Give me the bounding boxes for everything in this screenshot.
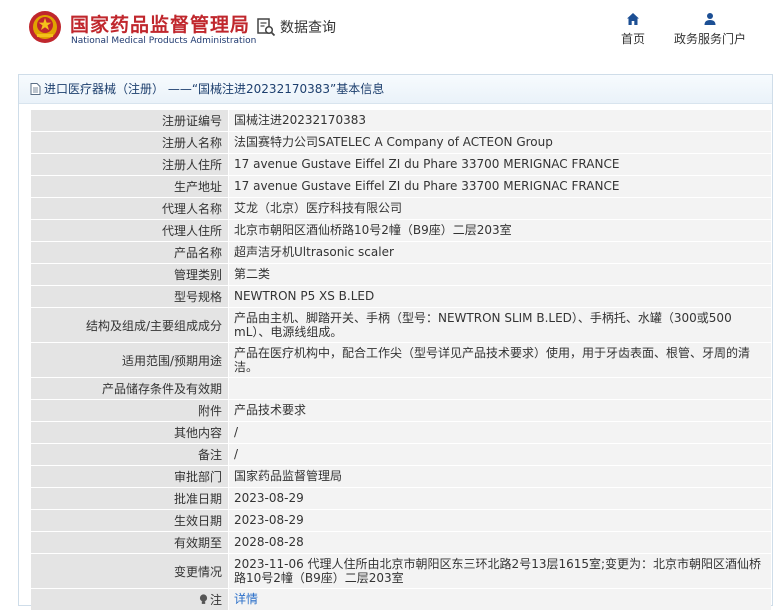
table-row: 管理类别 第二类 — [31, 264, 771, 286]
table-row: 生效日期 2023-08-29 — [31, 510, 771, 532]
brand-name-cn: 国家药品监督管理局 — [70, 14, 251, 36]
note-row: 注 详情 — [31, 589, 771, 611]
field-value: 17 avenue Gustave Eiffel ZI du Phare 337… — [229, 176, 771, 197]
field-label: 产品名称 — [31, 242, 229, 263]
site-header: 国家药品监督管理局 National Medical Products Admi… — [0, 0, 773, 62]
note-label: 注 — [209, 593, 222, 607]
note-label-cell: 注 — [31, 589, 229, 610]
table-row: 批准日期 2023-08-29 — [31, 488, 771, 510]
details-link[interactable]: 详情 — [234, 592, 258, 607]
field-label: 附件 — [31, 400, 229, 421]
table-row: 注册证编号 国械注进20232170383 — [31, 110, 771, 132]
field-value: 国家药品监督管理局 — [229, 466, 771, 487]
field-label: 注册人住所 — [31, 154, 229, 175]
data-query-label: 数据查询 — [280, 20, 336, 36]
field-value: 2023-08-29 — [229, 510, 771, 531]
field-value: 产品由主机、脚踏开关、手柄（型号：NEWTRON SLIM B.LED）、手柄托… — [229, 308, 771, 342]
field-label: 型号规格 — [31, 286, 229, 307]
field-label: 适用范围/预期用途 — [31, 343, 229, 377]
field-label: 生产地址 — [31, 176, 229, 197]
field-label: 注册证编号 — [31, 110, 229, 131]
table-row: 生产地址 17 avenue Gustave Eiffel ZI du Phare… — [31, 176, 771, 198]
field-value: 2028-08-28 — [229, 532, 771, 553]
home-icon — [627, 13, 639, 25]
table-row: 备注 / — [31, 444, 771, 466]
field-value — [229, 378, 771, 399]
field-label: 变更情况 — [31, 554, 229, 588]
nav-service-portal[interactable]: 政务服务门户 — [668, 12, 752, 47]
field-label: 生效日期 — [31, 510, 229, 531]
field-value: 超声洁牙机Ultrasonic scaler — [229, 242, 771, 263]
brand-name-en: National Medical Products Administration — [71, 36, 257, 46]
nav-service-portal-label: 政务服务门户 — [673, 32, 746, 46]
field-value: 国械注进20232170383 — [229, 110, 771, 131]
field-value: NEWTRON P5 XS B.LED — [229, 286, 771, 307]
table-row: 代理人住所 北京市朝阳区酒仙桥路10号2幢（B9座）二层203室 — [31, 220, 771, 242]
table-row: 适用范围/预期用途 产品在医疗机构中，配合工作尖（型号详见产品技术要求）使用，用于… — [31, 343, 771, 378]
table-row: 产品储存条件及有效期 — [31, 378, 771, 400]
field-value: 产品技术要求 — [229, 400, 771, 421]
field-value: 17 avenue Gustave Eiffel ZI du Phare 337… — [229, 154, 771, 175]
table-row: 结构及组成/主要组成成分 产品由主机、脚踏开关、手柄（型号：NEWTRON SLI… — [31, 308, 771, 343]
field-label: 备注 — [31, 444, 229, 465]
field-label: 其他内容 — [31, 422, 229, 443]
table-row: 代理人名称 艾龙（北京）医疗科技有限公司 — [31, 198, 771, 220]
field-label: 批准日期 — [31, 488, 229, 509]
table-row: 注册人住所 17 avenue Gustave Eiffel ZI du Phar… — [31, 154, 771, 176]
table-row: 注册人名称 法国赛特力公司SATELEC A Company of ACTEON … — [31, 132, 771, 154]
table-row: 变更情况 2023-11-06 代理人住所由北京市朝阳区东三环北路2号13层161… — [31, 554, 771, 589]
table-row: 型号规格 NEWTRON P5 XS B.LED — [31, 286, 771, 308]
data-query-link[interactable]: 数据查询 — [256, 17, 336, 37]
field-value: 第二类 — [229, 264, 771, 285]
nav-home[interactable]: 首页 — [616, 12, 650, 47]
emblem-logo-icon — [29, 11, 61, 43]
lightbulb-icon — [199, 594, 208, 604]
table-row: 附件 产品技术要求 — [31, 400, 771, 422]
info-table: 注册证编号 国械注进20232170383 注册人名称 法国赛特力公司SATELEC… — [31, 110, 771, 611]
field-label: 管理类别 — [31, 264, 229, 285]
detail-panel: 进口医疗器械（注册） ——“国械注进20232170383”基本信息 注册证编号… — [18, 74, 773, 611]
nav-home-label: 首页 — [620, 32, 645, 46]
field-value: / — [229, 422, 771, 443]
note-value: 详情 — [229, 589, 771, 610]
field-value: / — [229, 444, 771, 465]
field-label: 代理人名称 — [31, 198, 229, 219]
table-row: 其他内容 / — [31, 422, 771, 444]
field-label: 有效期至 — [31, 532, 229, 553]
table-row: 有效期至 2028-08-28 — [31, 532, 771, 554]
field-label: 注册人名称 — [31, 132, 229, 153]
field-value: 法国赛特力公司SATELEC A Company of ACTEON Group — [229, 132, 771, 153]
table-row: 审批部门 国家药品监督管理局 — [31, 466, 771, 488]
document-icon — [30, 83, 41, 95]
panel-title: 进口医疗器械（注册） ——“国械注进20232170383”基本信息 — [44, 82, 385, 96]
field-label: 审批部门 — [31, 466, 229, 487]
field-value: 产品在医疗机构中，配合工作尖（型号详见产品技术要求）使用，用于牙齿表面、根管、牙… — [229, 343, 771, 377]
field-label: 结构及组成/主要组成成分 — [31, 308, 229, 342]
field-value: 2023-08-29 — [229, 488, 771, 509]
field-value: 2023-11-06 代理人住所由北京市朝阳区东三环北路2号13层1615室;变… — [229, 554, 771, 588]
table-row: 产品名称 超声洁牙机Ultrasonic scaler — [31, 242, 771, 264]
panel-title-bar: 进口医疗器械（注册） ——“国械注进20232170383”基本信息 — [19, 75, 772, 104]
field-label: 产品储存条件及有效期 — [31, 378, 229, 399]
user-icon — [704, 13, 716, 25]
field-label: 代理人住所 — [31, 220, 229, 241]
data-query-icon — [257, 18, 276, 37]
field-value: 北京市朝阳区酒仙桥路10号2幢（B9座）二层203室 — [229, 220, 771, 241]
field-value: 艾龙（北京）医疗科技有限公司 — [229, 198, 771, 219]
